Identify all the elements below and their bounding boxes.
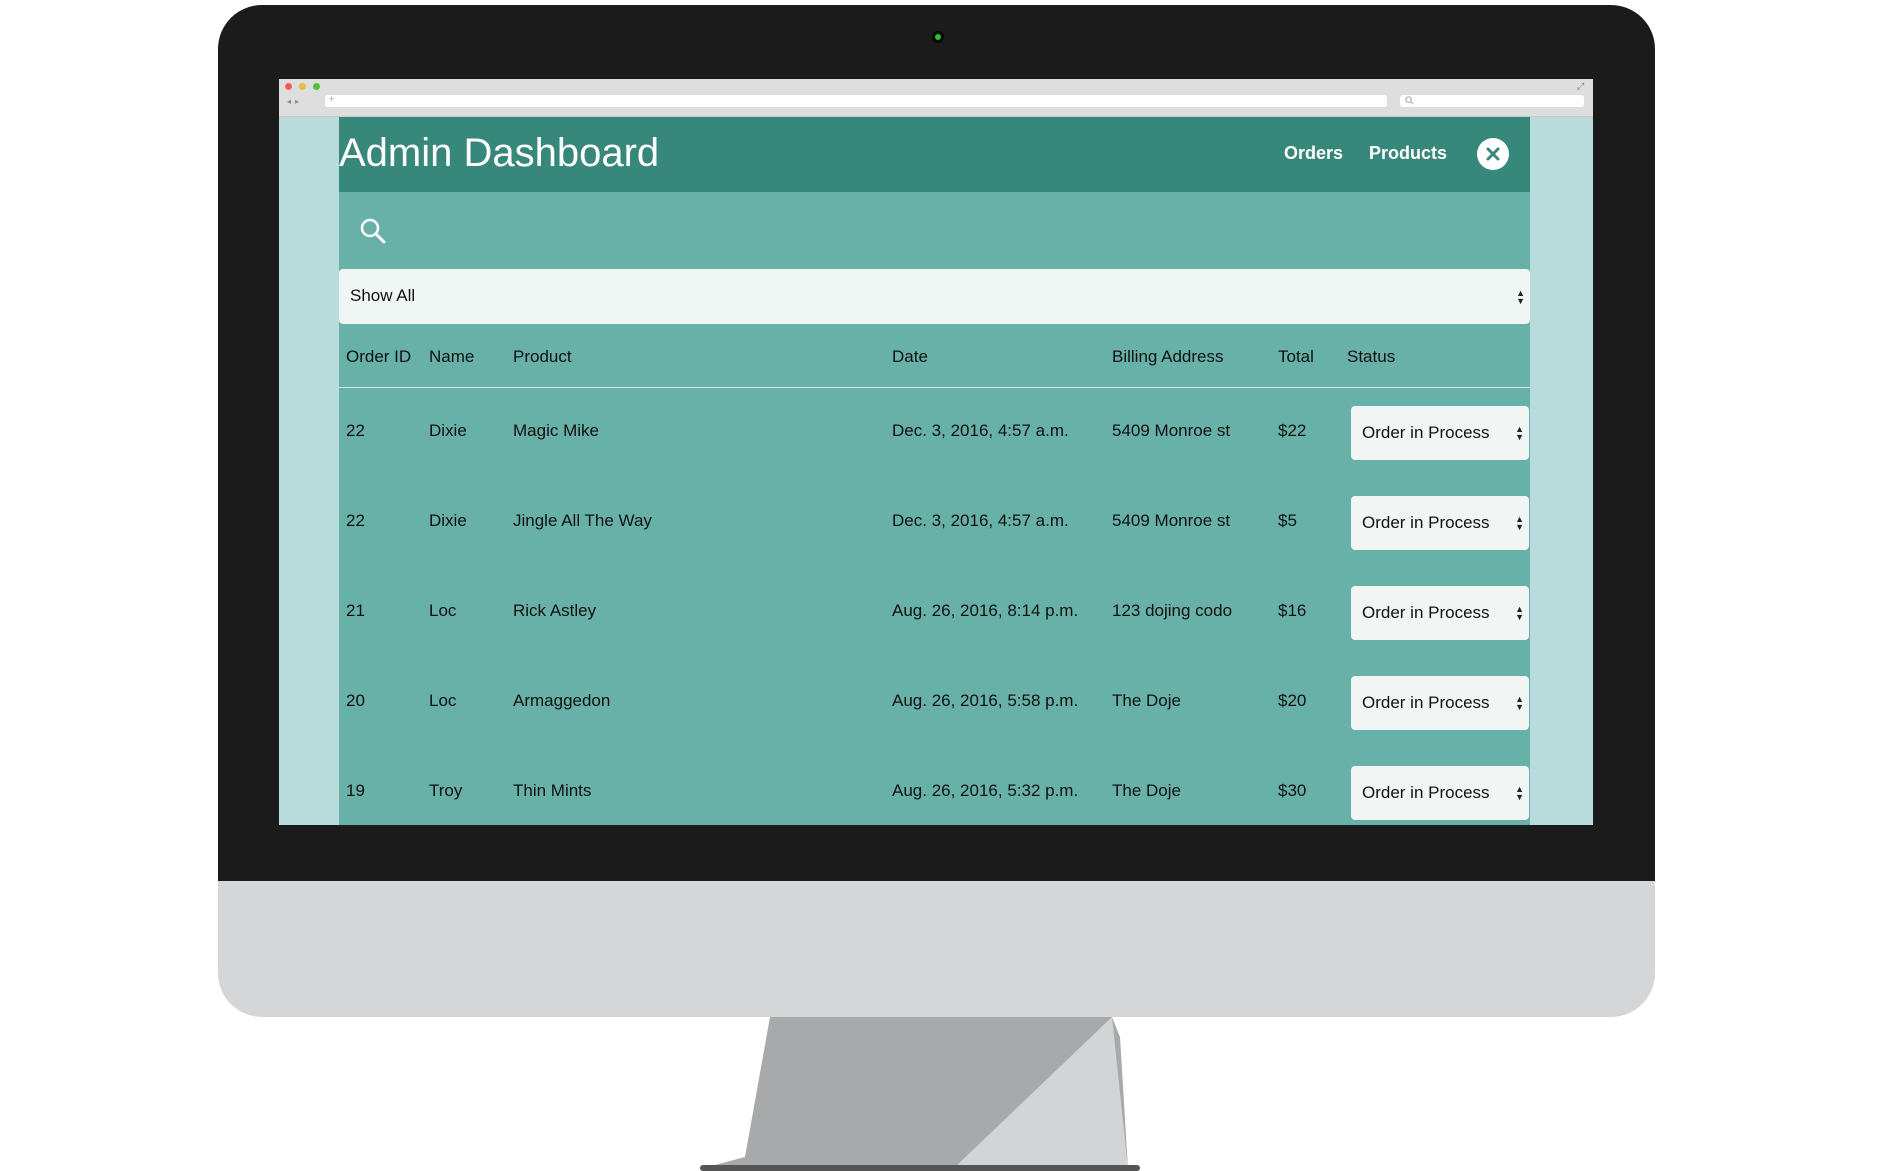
monitor-chin: [218, 881, 1655, 1017]
column-header-total[interactable]: Total: [1278, 347, 1314, 367]
cell-order-id: 20: [346, 691, 365, 710]
cell-order-id: 19: [346, 781, 365, 800]
status-filter-select[interactable]: Show All ▲ ▼: [339, 269, 1530, 324]
status-select[interactable]: Order in Process ▲ ▼: [1351, 496, 1529, 550]
cell-product: Thin Mints: [513, 781, 592, 800]
cell-date: Aug. 26, 2016, 5:58 p.m.: [892, 691, 1079, 710]
close-icon: [1486, 147, 1500, 161]
cell-billing-address: 123 dojing codo: [1112, 601, 1233, 620]
browser-toolbar: ◂▸ + ⤢: [279, 79, 1593, 117]
cell-name: Dixie: [429, 421, 467, 440]
table-row: 22 Dixie Jingle All The Way Dec. 3, 2016…: [339, 478, 1530, 568]
cell-total: $30: [1278, 781, 1307, 800]
table-row: 21 Loc Rick Astley Aug. 26, 2016, 8:14 p…: [339, 568, 1530, 658]
cell-product: Armaggedon: [513, 691, 611, 710]
cell-total: $16: [1278, 601, 1307, 620]
browser-nav-arrows-icon[interactable]: ◂▸: [287, 97, 303, 106]
admin-app: Admin Dashboard Orders Products Show All…: [339, 117, 1530, 825]
chevron-updown-icon: ▲ ▼: [1516, 287, 1525, 306]
table-row: 19 Troy Thin Mints Aug. 26, 2016, 5:32 p…: [339, 748, 1530, 825]
column-header-date[interactable]: Date: [892, 347, 928, 367]
cell-date: Aug. 26, 2016, 8:14 p.m.: [892, 601, 1079, 620]
cell-total: $22: [1278, 421, 1307, 440]
search-bar: [339, 192, 1530, 269]
cell-total: $5: [1278, 511, 1297, 530]
status-select-value: Order in Process: [1362, 513, 1490, 532]
window-zoom-dot[interactable]: [313, 83, 320, 90]
filter-selected-value: Show All: [350, 286, 416, 305]
chevron-updown-icon: ▲ ▼: [1515, 514, 1524, 532]
chevron-updown-icon: ▲ ▼: [1515, 604, 1524, 622]
table-row: 22 Dixie Magic Mike Dec. 3, 2016, 4:57 a…: [339, 388, 1530, 478]
browser-search-field[interactable]: [1400, 95, 1584, 107]
status-select[interactable]: Order in Process ▲ ▼: [1351, 676, 1529, 730]
cell-total: $20: [1278, 691, 1307, 710]
chevron-updown-icon: ▲ ▼: [1515, 784, 1524, 802]
nav-products-link[interactable]: Products: [1369, 143, 1447, 164]
fullscreen-icon[interactable]: ⤢: [1577, 81, 1584, 92]
cell-billing-address: The Doje: [1112, 781, 1181, 800]
app-header: Admin Dashboard Orders Products: [339, 117, 1530, 192]
cell-billing-address: 5409 Monroe st: [1112, 511, 1231, 530]
column-header-order-id[interactable]: Order ID: [346, 347, 411, 367]
cell-product: Jingle All The Way: [513, 511, 652, 530]
chevron-updown-icon: ▲ ▼: [1515, 694, 1524, 712]
status-select-value: Order in Process: [1362, 603, 1490, 622]
column-header-status[interactable]: Status: [1347, 347, 1395, 367]
search-input[interactable]: [401, 210, 1505, 252]
window-close-dot[interactable]: [285, 83, 292, 90]
status-select-value: Order in Process: [1362, 423, 1490, 442]
close-button[interactable]: [1477, 138, 1509, 170]
column-header-product[interactable]: Product: [513, 347, 572, 367]
cell-name: Loc: [429, 691, 457, 710]
cell-name: Troy: [429, 781, 463, 800]
page-title: Admin Dashboard: [339, 131, 660, 175]
cell-product: Rick Astley: [513, 601, 597, 620]
cell-billing-address: The Doje: [1112, 691, 1181, 710]
cell-name: Dixie: [429, 511, 467, 530]
cell-date: Dec. 3, 2016, 4:57 a.m.: [892, 421, 1069, 440]
chevron-updown-icon: ▲ ▼: [1515, 424, 1524, 442]
cell-date: Dec. 3, 2016, 4:57 a.m.: [892, 511, 1069, 530]
window-minimize-dot[interactable]: [299, 83, 306, 90]
nav-orders-link[interactable]: Orders: [1284, 143, 1343, 164]
screen: ◂▸ + ⤢ Admin Dashboard Orders Products S…: [279, 79, 1593, 825]
webcam: [932, 31, 944, 43]
cell-order-id: 21: [346, 601, 365, 620]
status-select[interactable]: Order in Process ▲ ▼: [1351, 766, 1529, 820]
cell-billing-address: 5409 Monroe st: [1112, 421, 1231, 440]
monitor-stand: [700, 1017, 1140, 1171]
cell-order-id: 22: [346, 511, 365, 530]
status-select-value: Order in Process: [1362, 783, 1490, 802]
new-tab-icon[interactable]: +: [329, 94, 334, 104]
cell-order-id: 22: [346, 421, 365, 440]
status-select[interactable]: Order in Process ▲ ▼: [1351, 406, 1529, 460]
column-header-name[interactable]: Name: [429, 347, 474, 367]
status-select[interactable]: Order in Process ▲ ▼: [1351, 586, 1529, 640]
cell-product: Magic Mike: [513, 421, 599, 440]
column-header-billing-address[interactable]: Billing Address: [1112, 347, 1224, 367]
cell-date: Aug. 26, 2016, 5:32 p.m.: [892, 781, 1079, 800]
url-bar[interactable]: +: [325, 94, 1387, 107]
table-row: 20 Loc Armaggedon Aug. 26, 2016, 5:58 p.…: [339, 658, 1530, 748]
search-icon: [360, 218, 386, 244]
status-select-value: Order in Process: [1362, 693, 1490, 712]
table-header: Order ID Name Product Date Billing Addre…: [339, 324, 1530, 387]
cell-name: Loc: [429, 601, 457, 620]
browser-search-icon: [1405, 96, 1414, 105]
